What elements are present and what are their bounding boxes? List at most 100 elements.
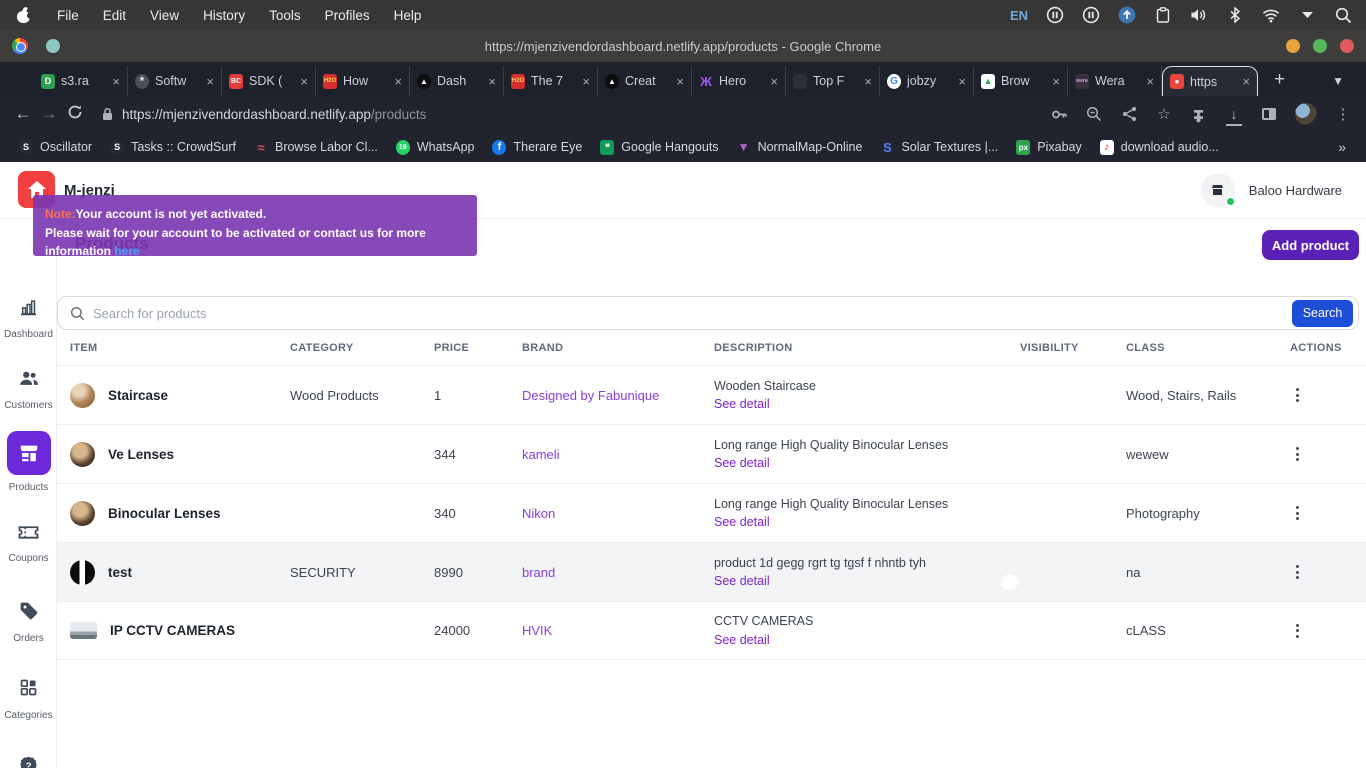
clipboard-icon[interactable] <box>1154 6 1172 24</box>
bookmark-item[interactable]: ▼ NormalMap-Online <box>728 140 872 155</box>
share-icon[interactable] <box>1120 105 1138 123</box>
browser-tab[interactable]: ▲ Brow × <box>974 66 1068 96</box>
search-button[interactable]: Search <box>1292 300 1353 327</box>
browser-tab[interactable]: wera Wera × <box>1068 66 1162 96</box>
browser-tab[interactable]: ▲ Creat × <box>598 66 692 96</box>
tab-close-icon[interactable]: × <box>676 74 684 89</box>
bluetooth-icon[interactable] <box>1226 6 1244 24</box>
bookmark-item[interactable]: ❝ Google Hangouts <box>591 140 727 155</box>
browser-tab[interactable]: ▲ Dash × <box>410 66 504 96</box>
bookmark-item[interactable]: px Pixabay <box>1007 140 1090 155</box>
close-window-button[interactable] <box>1340 39 1354 53</box>
reload-icon[interactable] <box>62 104 88 125</box>
row-actions-kebab-icon[interactable] <box>1290 388 1304 402</box>
menu-edit[interactable]: Edit <box>91 8 138 23</box>
menu-history[interactable]: History <box>191 8 257 23</box>
menu-view[interactable]: View <box>138 8 191 23</box>
product-brand-link[interactable]: Nikon <box>509 506 701 521</box>
browser-tab[interactable]: G jobzy × <box>880 66 974 96</box>
browser-profile-avatar[interactable] <box>1295 103 1317 125</box>
tab-close-icon[interactable]: × <box>112 74 120 89</box>
tab-close-icon[interactable]: × <box>300 74 308 89</box>
tab-search-chevron-icon[interactable]: ▼ <box>1332 74 1344 88</box>
bookmarks-overflow-icon[interactable]: » <box>1338 139 1356 155</box>
menu-help[interactable]: Help <box>382 8 434 23</box>
see-detail-link[interactable]: See detail <box>714 631 1007 649</box>
back-icon[interactable]: ← <box>10 104 36 124</box>
bookmark-item[interactable]: 19 WhatsApp <box>387 140 484 155</box>
sidebar-item-orders[interactable]: Orders <box>0 600 57 644</box>
bookmark-item[interactable]: ≈ Browse Labor Cl... <box>245 140 387 155</box>
tab-close-icon[interactable]: × <box>1146 74 1154 89</box>
table-row[interactable]: Staircase Wood Products 1 Designed by Fa… <box>57 365 1366 424</box>
row-actions-kebab-icon[interactable] <box>1290 624 1304 638</box>
key-icon[interactable] <box>1050 105 1068 123</box>
store-account[interactable]: Baloo Hardware <box>1201 173 1342 207</box>
table-row[interactable]: IP CCTV CAMERAS 24000 HVIK CCTV CAMERAS … <box>57 601 1366 660</box>
tab-close-icon[interactable]: × <box>488 74 496 89</box>
pause-circle-icon[interactable] <box>1082 6 1100 24</box>
pause-circle-icon[interactable] <box>1046 6 1064 24</box>
extensions-puzzle-icon[interactable] <box>1190 105 1208 123</box>
product-brand-link[interactable]: Designed by Fabunique <box>509 388 701 403</box>
tab-close-icon[interactable]: × <box>206 74 214 89</box>
bookmark-item[interactable]: S Oscillator <box>10 140 101 155</box>
menu-tools[interactable]: Tools <box>257 8 313 23</box>
tab-close-icon[interactable]: × <box>394 74 402 89</box>
minimize-button[interactable] <box>1286 39 1300 53</box>
bookmark-item[interactable]: S Tasks :: CrowdSurf <box>101 140 245 155</box>
menu-file[interactable]: File <box>45 8 91 23</box>
side-panel-icon[interactable] <box>1260 105 1278 123</box>
see-detail-link[interactable]: See detail <box>714 395 1007 413</box>
browser-tab[interactable]: Ж Hero × <box>692 66 786 96</box>
sidebar-item-categories[interactable]: Categories <box>0 677 57 721</box>
bookmark-item[interactable]: f Therare Eye <box>483 140 591 155</box>
see-detail-link[interactable]: See detail <box>714 513 1007 531</box>
product-brand-link[interactable]: kameli <box>509 447 701 462</box>
browser-tab[interactable]: H2O How × <box>316 66 410 96</box>
sidebar-item-products[interactable]: Products <box>0 431 57 493</box>
downloads-icon[interactable]: ↓ <box>1225 105 1243 123</box>
sidebar-item-inquiries[interactable]: ?Inquiries <box>0 755 57 768</box>
bookmark-item[interactable]: S Solar Textures |... <box>871 140 1007 155</box>
tab-close-icon[interactable]: × <box>864 74 872 89</box>
bookmark-star-icon[interactable]: ☆ <box>1155 105 1173 123</box>
spotlight-search-icon[interactable] <box>1334 6 1352 24</box>
browser-tab[interactable]: ● https × <box>1162 66 1258 96</box>
product-brand-link[interactable]: brand <box>509 565 701 580</box>
chevron-down-icon[interactable] <box>1298 6 1316 24</box>
sidebar-item-dashboard[interactable]: Dashboard <box>0 297 57 340</box>
table-row[interactable]: Ve Lenses 344 kameli Long range High Qua… <box>57 424 1366 483</box>
see-detail-link[interactable]: See detail <box>714 572 1007 590</box>
see-detail-link[interactable]: See detail <box>714 454 1007 472</box>
wifi-icon[interactable] <box>1262 6 1280 24</box>
table-row[interactable]: Binocular Lenses 340 Nikon Long range Hi… <box>57 483 1366 542</box>
browser-tab[interactable]: * Softw × <box>128 66 222 96</box>
new-tab-button[interactable]: + <box>1274 69 1285 91</box>
sidebar-item-customers[interactable]: Customers <box>0 369 57 411</box>
upload-circle-icon[interactable] <box>1118 6 1136 24</box>
table-row[interactable]: test SECURITY 8990 brand product 1d gegg… <box>57 542 1366 601</box>
tab-close-icon[interactable]: × <box>582 74 590 89</box>
tab-close-icon[interactable]: × <box>1242 74 1250 89</box>
menu-profiles[interactable]: Profiles <box>313 8 382 23</box>
banner-here-link[interactable]: here <box>114 244 139 258</box>
product-brand-link[interactable]: HVIK <box>509 623 701 638</box>
browser-tab[interactable]: H2O The 7 × <box>504 66 598 96</box>
volume-icon[interactable] <box>1190 6 1208 24</box>
zoom-out-icon[interactable] <box>1085 105 1103 123</box>
search-input[interactable] <box>93 306 1292 321</box>
tab-close-icon[interactable]: × <box>770 74 778 89</box>
row-actions-kebab-icon[interactable] <box>1290 565 1304 579</box>
tab-close-icon[interactable]: × <box>1052 74 1060 89</box>
browser-tab[interactable]: D s3.ra × <box>34 66 128 96</box>
bookmark-item[interactable]: ♪ download audio... <box>1091 140 1228 155</box>
forward-icon[interactable]: → <box>36 104 62 124</box>
maximize-button[interactable] <box>1313 39 1327 53</box>
browser-tab[interactable]: Top F × <box>786 66 880 96</box>
chrome-menu-kebab-icon[interactable]: ⋮ <box>1334 105 1352 123</box>
language-indicator[interactable]: EN <box>1010 8 1028 23</box>
row-actions-kebab-icon[interactable] <box>1290 447 1304 461</box>
browser-tab[interactable]: BC SDK ( × <box>222 66 316 96</box>
add-product-button[interactable]: Add product <box>1262 230 1359 260</box>
